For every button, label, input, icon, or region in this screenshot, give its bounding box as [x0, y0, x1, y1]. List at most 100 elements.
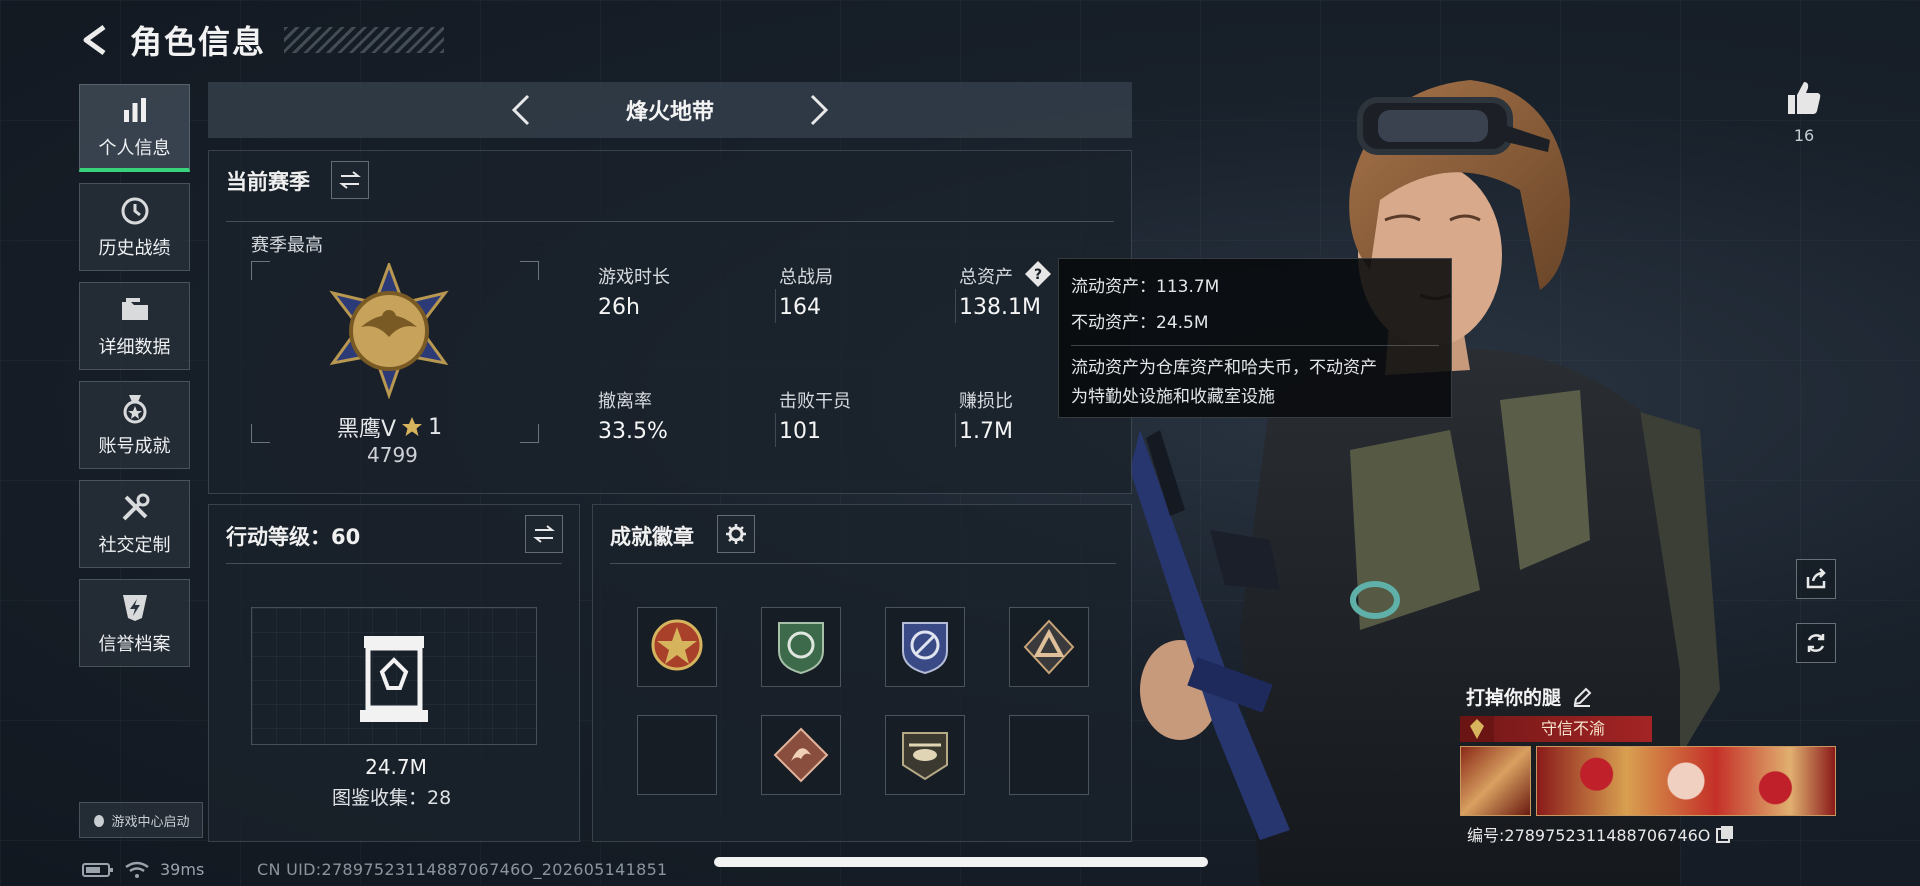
badges-divider: [610, 563, 1116, 564]
sidebar-item-personal-info[interactable]: 个人信息: [79, 84, 190, 172]
swap-icon: [533, 525, 555, 543]
stat-value: 1.7M: [959, 419, 1013, 444]
season-switch-button[interactable]: [331, 161, 369, 199]
sidebar-item-label: 账号成就: [98, 436, 171, 457]
badge-slot[interactable]: [885, 715, 965, 795]
edit-icon[interactable]: [1571, 686, 1593, 708]
mode-selector: 烽火地带: [208, 82, 1132, 138]
season-panel: 当前赛季 赛季最高 黑鹰V 1 4799 游戏时长 26h 总战局 164 总资…: [208, 150, 1132, 494]
battery-icon: [82, 862, 113, 877]
badge-slot[interactable]: [761, 715, 841, 795]
refresh-button[interactable]: [1796, 623, 1836, 663]
player-name: 打掉你的腿: [1466, 687, 1562, 709]
badge-slot[interactable]: [637, 607, 717, 687]
asset-help-button[interactable]: ?: [1023, 259, 1053, 289]
history-icon: [121, 197, 148, 225]
rank-emblem-icon: [329, 263, 449, 399]
rank-name: 黑鹰V: [337, 417, 397, 442]
question-icon: ?: [1025, 261, 1051, 287]
badge-slot-empty[interactable]: [1009, 715, 1089, 795]
collection-frame[interactable]: [251, 607, 537, 745]
card-art-right[interactable]: [1536, 746, 1836, 816]
header: 角色信息: [78, 18, 445, 62]
badge-slot-empty[interactable]: [637, 715, 717, 795]
medal-icon: [123, 395, 146, 424]
collection-count: 图鉴收集：28: [332, 787, 452, 809]
refresh-icon: [1807, 634, 1825, 652]
badge-slot[interactable]: [761, 607, 841, 687]
green-shield-icon: [778, 622, 824, 675]
thumbs-up-icon: [1788, 82, 1821, 114]
season-divider: [226, 221, 1114, 222]
title-stripes: [284, 27, 445, 53]
stat-value: 101: [779, 419, 821, 444]
back-arrow-icon[interactable]: [78, 23, 112, 57]
sidebar-item-credit-record[interactable]: 信誉档案: [79, 579, 190, 667]
stat-label: 总资产: [959, 267, 1013, 288]
badges-settings-button[interactable]: [717, 515, 755, 553]
serial-row: 编号:2789752311488706746O: [1467, 822, 1734, 846]
achievement-badges-panel: 成就徽章: [592, 504, 1132, 842]
action-switch-button[interactable]: [525, 515, 563, 553]
stat-separator: [775, 289, 776, 323]
ping-text: 39ms: [160, 860, 205, 879]
sidebar-item-social-custom[interactable]: 社交定制: [79, 480, 190, 568]
prev-mode-arrow-icon[interactable]: [504, 92, 540, 128]
sidebar-item-label: 详细数据: [98, 337, 171, 358]
game-center-launch-button[interactable]: 游戏中心启动: [79, 802, 203, 838]
action-level-title: 行动等级：60: [226, 525, 361, 549]
like-button[interactable]: 16: [1782, 78, 1826, 145]
stat-value: 33.5%: [598, 419, 668, 444]
stat-label: 击败干员: [779, 391, 851, 412]
helicopter-badge-icon: [902, 732, 948, 781]
stat-separator: [955, 289, 956, 323]
tooltip-fixed: 不动资产：24.5M: [1071, 313, 1209, 333]
display-case-icon: [360, 636, 428, 722]
rank-score: 4799: [367, 443, 418, 467]
tooltip-liquid: 流动资产：113.7M: [1071, 277, 1220, 297]
sidebar-item-detailed-data[interactable]: 详细数据: [79, 282, 190, 370]
season-best-label: 赛季最高: [251, 235, 323, 256]
launch-label: 游戏中心启动: [111, 814, 190, 830]
mode-title: 烽火地带: [625, 100, 714, 125]
credit-emblem-icon: [1460, 716, 1494, 742]
sidebar: 个人信息 历史战绩 详细数据 账号成就 社交定制 信誉档案: [79, 84, 192, 678]
sidebar-item-history[interactable]: 历史战绩: [79, 183, 190, 271]
folder-icon: [121, 298, 148, 320]
tools-icon: [122, 493, 149, 521]
stat-separator: [955, 413, 956, 447]
swap-icon: [339, 171, 361, 189]
next-mode-arrow-icon[interactable]: [800, 92, 836, 128]
sidebar-item-label: 信誉档案: [98, 634, 171, 655]
wifi-icon: [125, 861, 149, 878]
badge-slot[interactable]: [1009, 607, 1089, 687]
badges-title: 成就徽章: [610, 525, 694, 549]
badge-slot[interactable]: [885, 607, 965, 687]
stat-label: 撤离率: [598, 391, 652, 412]
credit-label: 守信不渝: [1494, 716, 1652, 742]
stat-value: 138.1M: [959, 295, 1041, 320]
card-art-left[interactable]: [1460, 746, 1531, 816]
home-indicator[interactable]: [714, 857, 1208, 867]
uid-text: CN UID:2789752311488706746O_202605141851: [257, 860, 668, 879]
sidebar-item-achievements[interactable]: 账号成就: [79, 381, 190, 469]
copy-icon[interactable]: [1716, 825, 1734, 843]
tooltip-divider: [1071, 345, 1439, 346]
serial-number: 编号:2789752311488706746O: [1467, 826, 1711, 845]
rank-name-row: 黑鹰V 1: [337, 411, 442, 443]
page-title: 角色信息: [130, 23, 267, 61]
action-level-panel: 行动等级：60 24.7M 图鉴收集：28: [208, 504, 580, 842]
share-button[interactable]: [1796, 559, 1836, 599]
dragon-diamond-icon: [773, 727, 829, 783]
stat-value: 164: [779, 295, 821, 320]
shield-bolt-icon: [122, 595, 147, 621]
sidebar-item-label: 历史战绩: [98, 238, 171, 259]
credit-badge: 守信不渝: [1460, 716, 1652, 742]
asset-tooltip: 流动资产：113.7M 不动资产：24.5M 流动资产为仓库资产和哈夫币，不动资…: [1058, 258, 1452, 418]
triangle-emblem-icon: [1023, 619, 1075, 675]
season-title: 当前赛季: [226, 170, 310, 194]
stat-label: 总战局: [779, 267, 833, 288]
penguin-icon: [94, 815, 105, 827]
tooltip-desc-line1: 流动资产为仓库资产和哈夫币，不动资产: [1071, 358, 1377, 378]
star-icon: [402, 417, 423, 436]
